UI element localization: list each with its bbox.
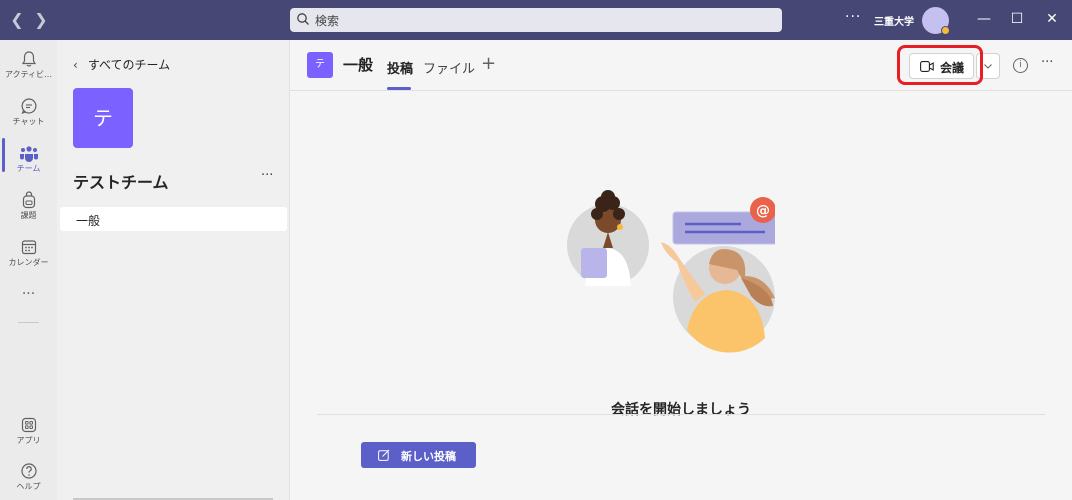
title-bar: ❮ ❯ 検索 ··· 三重大学 — ☐ ✕ — [0, 0, 1072, 40]
team-name: テストチーム — [73, 173, 169, 192]
conversation-illustration: @ — [567, 190, 775, 353]
bell-icon — [21, 51, 36, 67]
rail-divider — [18, 322, 39, 323]
rail-item-assignments[interactable]: 課題 — [0, 185, 57, 229]
channel-view: テ 一般 投稿 ファイル + 会議 i ··· @ 会話を開始しましょう 新しい… — [290, 40, 1072, 500]
maximize-button[interactable]: ☐ — [1008, 10, 1026, 28]
rail-label: アプリ — [16, 436, 41, 445]
apps-icon — [21, 417, 36, 433]
chevron-left-icon: ‹ — [73, 58, 78, 72]
new-post-label: 新しい投稿 — [401, 450, 456, 463]
backpack-icon — [22, 191, 35, 209]
search-input[interactable]: 検索 — [290, 8, 782, 32]
app-rail: アクティビ… チャット チーム 課題 カレンダー ··· アプリ ヘルプ — [0, 40, 57, 500]
team-more-button[interactable]: ··· — [261, 168, 273, 183]
tab-files[interactable]: ファイル — [423, 58, 475, 77]
minimize-button[interactable]: — — [975, 10, 993, 28]
tab-active-indicator — [387, 87, 411, 90]
rail-label: ヘルプ — [16, 482, 41, 491]
chevron-left-icon[interactable]: ❮ — [8, 10, 26, 30]
channel-label: 一般 — [76, 214, 101, 228]
highlight-annotation — [897, 45, 983, 85]
all-teams-link[interactable]: ‹ すべてのチーム — [73, 56, 170, 73]
channel-avatar: テ — [307, 52, 333, 78]
channel-item-general[interactable]: 一般 — [60, 207, 287, 231]
more-icon[interactable]: ··· — [1041, 55, 1053, 70]
org-name[interactable]: 三重大学 — [874, 13, 914, 28]
svg-text:@: @ — [756, 203, 770, 219]
add-tab-button[interactable]: + — [481, 53, 496, 74]
more-icon[interactable]: ··· — [845, 9, 861, 25]
rail-item-help[interactable]: ヘルプ — [0, 456, 57, 500]
status-badge — [941, 26, 950, 35]
rail-label: カレンダー — [8, 258, 49, 267]
rail-item-apps[interactable]: アプリ — [0, 410, 57, 454]
close-button[interactable]: ✕ — [1043, 10, 1061, 28]
team-panel: ‹ すべてのチーム テ テストチーム ··· 一般 — [57, 40, 290, 500]
search-icon — [297, 13, 309, 25]
rail-label: チャット — [12, 117, 45, 126]
rail-label: 課題 — [20, 211, 37, 220]
help-icon — [20, 463, 37, 479]
chat-icon — [20, 98, 36, 114]
channel-header: テ 一般 投稿 ファイル + 会議 i ··· — [290, 40, 1072, 91]
search-placeholder: 検索 — [315, 14, 340, 28]
rail-item-more[interactable]: ··· — [0, 286, 57, 330]
chevron-down-icon — [984, 64, 992, 69]
rail-item-calendar[interactable]: カレンダー — [0, 232, 57, 276]
channel-title: 一般 — [343, 56, 374, 74]
chevron-right-icon[interactable]: ❯ — [32, 10, 50, 30]
rail-label: チーム — [16, 164, 41, 173]
empty-state-title: 会話を開始しましょう — [611, 402, 751, 418]
tab-posts[interactable]: 投稿 — [387, 58, 413, 77]
calendar-icon — [21, 240, 36, 255]
new-post-button[interactable]: 新しい投稿 — [361, 442, 476, 468]
info-icon[interactable]: i — [1013, 58, 1028, 73]
divider — [317, 414, 1045, 415]
rail-item-activity[interactable]: アクティビ… — [0, 44, 57, 88]
all-teams-label: すべてのチーム — [87, 58, 171, 72]
compose-icon — [378, 449, 390, 461]
more-icon: ··· — [21, 286, 36, 302]
rail-item-chat[interactable]: チャット — [0, 91, 57, 135]
rail-label: アクティビ… — [4, 70, 53, 79]
team-avatar[interactable]: テ — [73, 88, 133, 148]
teams-icon — [19, 146, 38, 162]
rail-item-teams[interactable]: チーム — [0, 138, 57, 182]
